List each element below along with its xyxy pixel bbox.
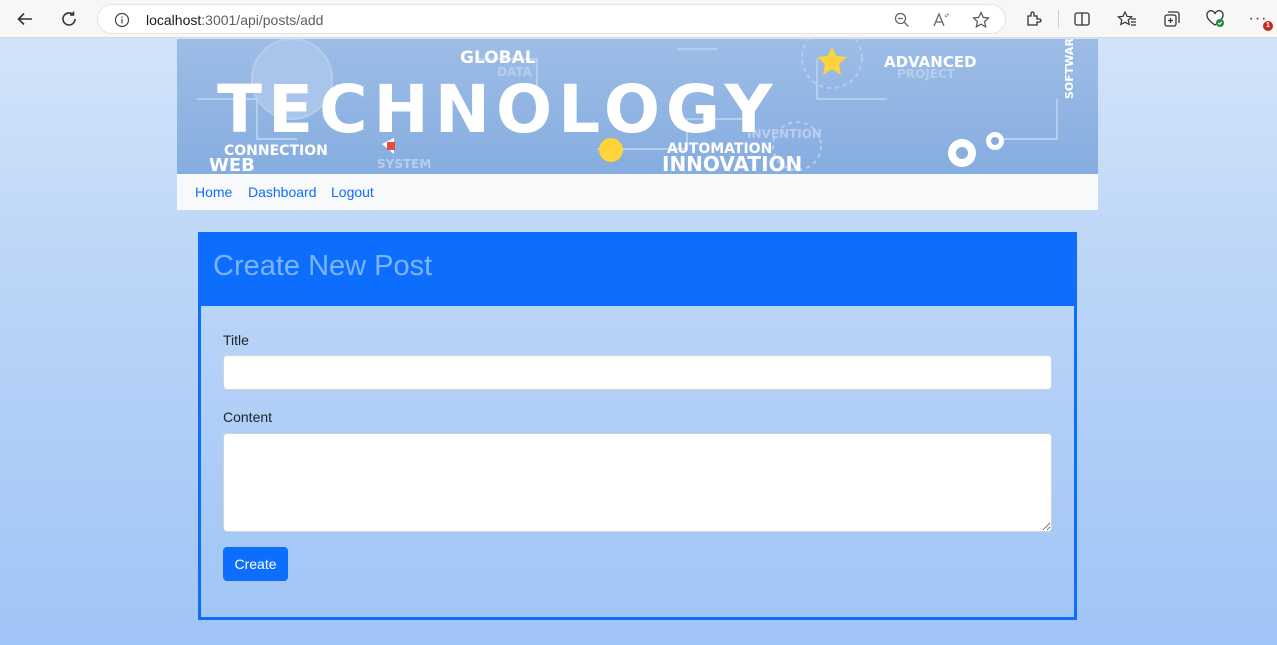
split-screen-icon[interactable]	[1070, 7, 1094, 31]
title-input[interactable]	[223, 355, 1052, 390]
page-title: Create New Post	[213, 250, 433, 282]
title-label: Title	[223, 332, 249, 348]
banner-word-innovation: INNOVATION	[662, 152, 803, 174]
url-text[interactable]: localhost:3001/api/posts/add	[146, 12, 323, 28]
address-bar[interactable]: localhost:3001/api/posts/add	[97, 4, 1006, 34]
nav-link-logout[interactable]: Logout	[331, 184, 374, 200]
url-host: localhost	[146, 12, 202, 28]
nav-link-dashboard[interactable]: Dashboard	[248, 184, 317, 200]
content-textarea[interactable]	[223, 433, 1052, 532]
collections-icon[interactable]	[1160, 7, 1184, 31]
nav-link-home[interactable]: Home	[195, 184, 232, 200]
banner-word-advanced: ADVANCED	[884, 53, 977, 71]
favorite-star-icon[interactable]	[971, 10, 991, 30]
toolbar-separator	[1058, 10, 1059, 28]
browser-toolbar: localhost:3001/api/posts/add ··· 1	[0, 0, 1277, 38]
refresh-button[interactable]	[57, 7, 81, 31]
create-post-card: Create New Post Title Content Create	[198, 232, 1077, 620]
favorites-icon[interactable]	[1115, 7, 1139, 31]
read-aloud-icon[interactable]	[932, 10, 952, 30]
site-info-icon[interactable]	[114, 12, 130, 33]
top-navbar: Home Dashboard Logout	[177, 174, 1098, 210]
banner-word-global: GLOBAL	[460, 48, 536, 68]
back-arrow-icon	[17, 12, 32, 26]
banner-word-software: SOFTWARE	[1063, 39, 1076, 99]
back-button[interactable]	[13, 7, 37, 31]
banner-word-system: SYSTEM	[377, 157, 432, 171]
notification-badge: 1	[1263, 21, 1273, 31]
zoom-out-icon[interactable]	[892, 10, 912, 30]
technology-banner-image: DATA SYSTEM INVENTION PROJECT GLOBAL ADV…	[177, 39, 1098, 174]
card-header: Create New Post	[201, 235, 1074, 306]
refresh-icon	[62, 11, 76, 26]
create-button[interactable]: Create	[223, 547, 288, 581]
browser-essentials-icon[interactable]	[1203, 7, 1227, 31]
banner-title: TECHNOLOGY	[217, 71, 779, 148]
settings-more-icon[interactable]: ··· 1	[1246, 7, 1273, 31]
banner-word-web: WEB	[209, 155, 255, 174]
content-label: Content	[223, 409, 273, 425]
url-path: :3001/api/posts/add	[201, 12, 324, 28]
extensions-icon[interactable]	[1022, 7, 1046, 31]
